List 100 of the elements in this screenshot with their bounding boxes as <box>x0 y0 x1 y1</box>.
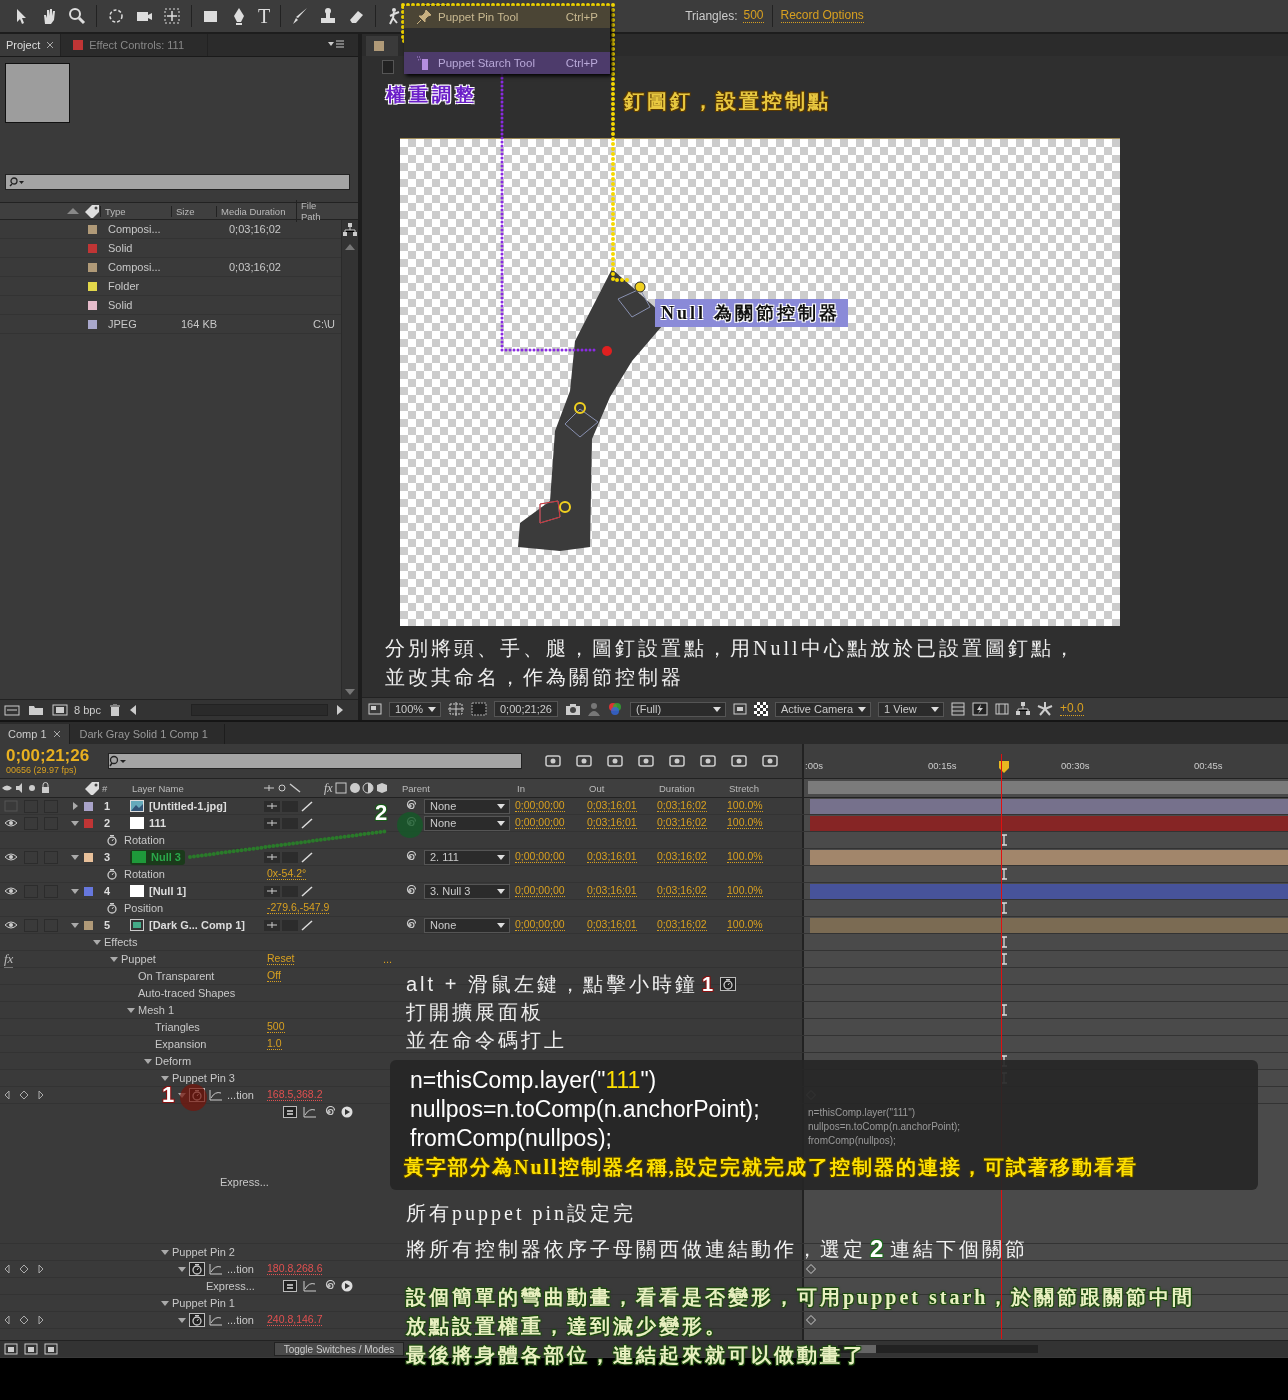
time-value[interactable]: 100.0% <box>727 885 763 897</box>
twirl-icon[interactable] <box>126 1005 136 1015</box>
pick-whip-icon[interactable] <box>404 919 416 931</box>
time-value[interactable]: 100.0% <box>727 851 763 863</box>
close-icon[interactable] <box>52 730 61 738</box>
vertical-scrollbar[interactable] <box>341 220 358 699</box>
panel-tab[interactable]: Dark Gray Solid 1 Comp 1 <box>71 724 225 744</box>
stopwatch-icon[interactable] <box>189 1262 205 1276</box>
pick-whip-icon[interactable] <box>323 1106 335 1118</box>
layer-switches-toggle-icon[interactable] <box>4 1343 18 1355</box>
time-value[interactable]: 100.0% <box>727 817 763 829</box>
region-of-interest-icon[interactable] <box>733 703 747 715</box>
time-value[interactable]: 0;03;16;02 <box>657 919 707 931</box>
bit-depth-button[interactable]: 8 bpc <box>74 704 101 716</box>
stopwatch-icon[interactable] <box>189 1313 205 1327</box>
label-swatch[interactable] <box>84 886 93 896</box>
magnification-dropdown[interactable]: 100% <box>389 701 441 717</box>
composition-tab[interactable] <box>366 36 398 56</box>
column-header[interactable]: Size <box>171 205 216 217</box>
record-options-link[interactable]: Record Options <box>780 9 864 23</box>
twirl-icon[interactable] <box>177 1315 187 1325</box>
layer-name[interactable]: [Untitled-1.jpg] <box>130 798 231 814</box>
property-label[interactable]: Effects <box>104 936 138 948</box>
scroll-down-icon[interactable] <box>345 688 355 696</box>
exposure-icon[interactable] <box>1037 701 1053 717</box>
graph-icon[interactable] <box>209 1263 223 1275</box>
twirl-icon[interactable] <box>177 1264 187 1274</box>
property-label[interactable]: Mesh 1 <box>138 1004 175 1016</box>
label-swatch[interactable] <box>84 920 93 930</box>
triangles-value[interactable]: 500 <box>743 9 764 23</box>
exposure-value[interactable]: +0.0 <box>1060 702 1084 716</box>
pick-whip-icon[interactable] <box>404 800 416 812</box>
stopwatch-icon[interactable] <box>104 867 120 881</box>
stopwatch-icon[interactable] <box>104 901 120 915</box>
twirl-icon[interactable] <box>70 818 80 828</box>
show-snapshot-icon[interactable] <box>588 702 600 716</box>
switch-box[interactable] <box>24 799 38 813</box>
graph-icon[interactable] <box>209 1089 223 1101</box>
expression-toggle-icon[interactable] <box>283 1280 297 1292</box>
twirl-icon[interactable] <box>143 1056 153 1066</box>
time-value[interactable]: 0;00;00;00 <box>515 851 565 863</box>
time-value[interactable]: 0;03;16;02 <box>657 817 707 829</box>
brainstorm-icon[interactable] <box>698 753 718 769</box>
twirl-icon[interactable] <box>70 920 80 930</box>
switch-box[interactable] <box>44 799 58 813</box>
graph-icon[interactable] <box>303 1106 317 1118</box>
expression-toggle-icon[interactable] <box>283 1106 297 1118</box>
snapshot-icon[interactable] <box>565 703 581 715</box>
parent-dropdown[interactable]: 3. Null 3 <box>424 883 510 899</box>
parent-dropdown[interactable]: None <box>424 917 510 933</box>
property-label[interactable]: Puppet Pin 3 <box>172 1072 235 1084</box>
keyframe-navigator-icon[interactable] <box>4 1090 44 1100</box>
property-label[interactable]: Puppet Pin 2 <box>172 1246 235 1258</box>
time-value[interactable]: 0;03;16;02 <box>657 800 707 812</box>
pan-behind-icon[interactable] <box>162 6 182 26</box>
time-value[interactable]: 0;03;16;02 <box>657 851 707 863</box>
panel-tab[interactable]: Comp 1 <box>0 724 70 744</box>
graph-icon[interactable] <box>303 1280 317 1292</box>
panel-tab[interactable]: Project <box>0 34 62 56</box>
pin-marker[interactable] <box>634 281 646 293</box>
flowchart-icon[interactable] <box>1016 702 1030 716</box>
draft-3d-icon[interactable] <box>574 753 594 769</box>
panel-tab[interactable]: Effect Controls: 111 <box>61 34 209 56</box>
panel-menu-icon[interactable] <box>328 40 344 50</box>
label-swatch[interactable] <box>84 818 93 828</box>
time-value[interactable]: 0;00;00;00 <box>515 919 565 931</box>
time-value[interactable]: 0;00;00;00 <box>515 817 565 829</box>
time-value[interactable]: 100.0% <box>727 800 763 812</box>
property-value[interactable]: Off <box>267 970 281 982</box>
parent-dropdown[interactable]: None <box>424 815 510 831</box>
pick-whip-icon[interactable] <box>323 1280 335 1292</box>
layer-name[interactable]: [Dark G... Comp 1] <box>130 917 249 933</box>
horizontal-scrollbar[interactable] <box>128 704 344 716</box>
twirl-icon[interactable] <box>160 1298 170 1308</box>
in-out-toggle-icon[interactable] <box>44 1343 58 1355</box>
parent-dropdown[interactable]: 2. 111 <box>424 849 510 865</box>
twirl-icon[interactable] <box>160 1247 170 1257</box>
sort-arrow-icon[interactable] <box>66 207 80 215</box>
modes-toggle-icon[interactable] <box>24 1343 38 1355</box>
twirl-icon[interactable] <box>109 954 119 964</box>
time-value[interactable]: 0;00;00;00 <box>515 800 565 812</box>
current-time-field[interactable]: 0;00;21;26 <box>494 701 558 717</box>
transparency-grid-icon[interactable] <box>754 702 768 716</box>
new-composition-icon[interactable] <box>52 704 68 716</box>
twirl-icon[interactable] <box>70 801 80 811</box>
graph-editor-icon[interactable] <box>760 753 780 769</box>
expression-text[interactable]: n=thisComp.layer("111") nullpos=n.toComp(n.anchorPoint); fromComp(nullpos); <box>808 1106 961 1148</box>
eye-icon[interactable] <box>4 817 18 829</box>
safe-zones-icon[interactable] <box>448 702 464 716</box>
current-time-display[interactable]: 0;00;21;26 <box>6 747 100 765</box>
view-layout-dropdown[interactable]: 1 View <box>878 701 944 717</box>
rotate-icon[interactable] <box>106 6 126 26</box>
folder-icon[interactable] <box>28 704 44 716</box>
layer-name[interactable]: Null 3 <box>130 849 185 865</box>
flowchart-icon[interactable] <box>343 223 357 237</box>
column-header[interactable]: Type <box>100 205 171 217</box>
column-header[interactable]: Media Duration <box>216 205 296 217</box>
search-field[interactable] <box>5 174 350 190</box>
eye-icon[interactable] <box>4 851 18 863</box>
pixel-aspect-icon[interactable] <box>951 702 965 716</box>
